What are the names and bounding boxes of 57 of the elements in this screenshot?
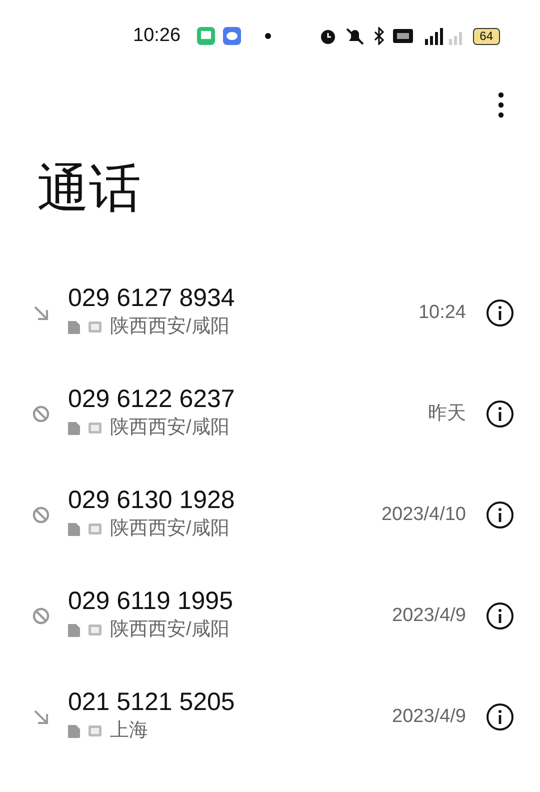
call-location: 陕西西安/咸阳 bbox=[110, 517, 230, 542]
info-icon bbox=[486, 500, 514, 529]
phone-number: 029 6119 1995 bbox=[68, 587, 234, 616]
call-location: 上海 bbox=[110, 719, 148, 744]
hd-call-icon bbox=[88, 321, 102, 334]
call-row[interactable]: 029 6119 1995 陕西西安/咸阳 2023/4/9 bbox=[0, 565, 540, 666]
mute-icon bbox=[344, 27, 365, 45]
incoming-call-icon bbox=[32, 708, 50, 726]
phone-number: 029 6122 6237 bbox=[68, 385, 236, 414]
phone-number: 021 5121 5205 bbox=[68, 688, 236, 718]
call-row[interactable]: 029 6127 8934 陕西西安/咸阳 10:24 bbox=[0, 262, 540, 364]
blocked-icon bbox=[32, 606, 50, 625]
info-icon bbox=[486, 400, 514, 428]
call-time: 10:24 bbox=[418, 300, 466, 325]
call-time: 2023/4/9 bbox=[392, 704, 466, 729]
info-button[interactable] bbox=[486, 702, 514, 731]
hd-call-icon bbox=[88, 422, 102, 434]
alarm-icon bbox=[318, 27, 337, 45]
call-time: 2023/4/9 bbox=[392, 604, 466, 628]
page-title: 通话 bbox=[36, 159, 142, 220]
info-button[interactable] bbox=[486, 602, 514, 630]
call-row[interactable]: 029 6122 6237 陕西西安/咸阳 昨天 bbox=[0, 363, 540, 464]
sim-card-icon bbox=[68, 422, 80, 435]
phone-number: 029 6127 8934 bbox=[68, 284, 236, 314]
notification-dot-icon bbox=[264, 33, 271, 39]
hd-call-icon bbox=[88, 725, 102, 738]
hd-icon bbox=[392, 29, 413, 43]
more-menu-button[interactable] bbox=[498, 92, 504, 118]
info-button[interactable] bbox=[486, 298, 514, 327]
call-time: 2023/4/10 bbox=[381, 502, 466, 527]
info-button[interactable] bbox=[486, 400, 514, 428]
incoming-call-icon bbox=[32, 304, 50, 322]
status-time: 10:26 bbox=[133, 24, 181, 48]
call-location: 陕西西安/咸阳 bbox=[110, 315, 230, 340]
blocked-icon bbox=[32, 404, 50, 423]
info-icon bbox=[486, 602, 514, 630]
hd-call-icon bbox=[88, 624, 102, 636]
message-app-icon bbox=[222, 27, 241, 45]
blocked-icon bbox=[32, 506, 50, 524]
phone-number: 029 6130 1928 bbox=[68, 486, 236, 516]
sim-card-icon bbox=[68, 624, 80, 637]
call-row[interactable]: 021 5121 5205 上海 2023/4/9 bbox=[0, 666, 540, 768]
info-button[interactable] bbox=[486, 500, 514, 529]
info-icon bbox=[486, 298, 514, 327]
hd-call-icon bbox=[88, 523, 102, 536]
more-icon bbox=[498, 92, 504, 118]
sim-card-icon bbox=[68, 522, 80, 536]
battery-level: 64 bbox=[472, 28, 500, 44]
call-time: 昨天 bbox=[428, 402, 466, 426]
bluetooth-icon bbox=[372, 27, 385, 45]
chat-app-icon bbox=[196, 27, 215, 45]
info-icon bbox=[486, 702, 514, 731]
sim-card-icon bbox=[68, 320, 80, 334]
call-location: 陕西西安/咸阳 bbox=[110, 618, 230, 642]
call-row[interactable]: 029 6130 1928 陕西西安/咸阳 2023/4/10 bbox=[0, 464, 540, 566]
call-location: 陕西西安/咸阳 bbox=[110, 416, 230, 440]
sim-card-icon bbox=[68, 724, 80, 738]
